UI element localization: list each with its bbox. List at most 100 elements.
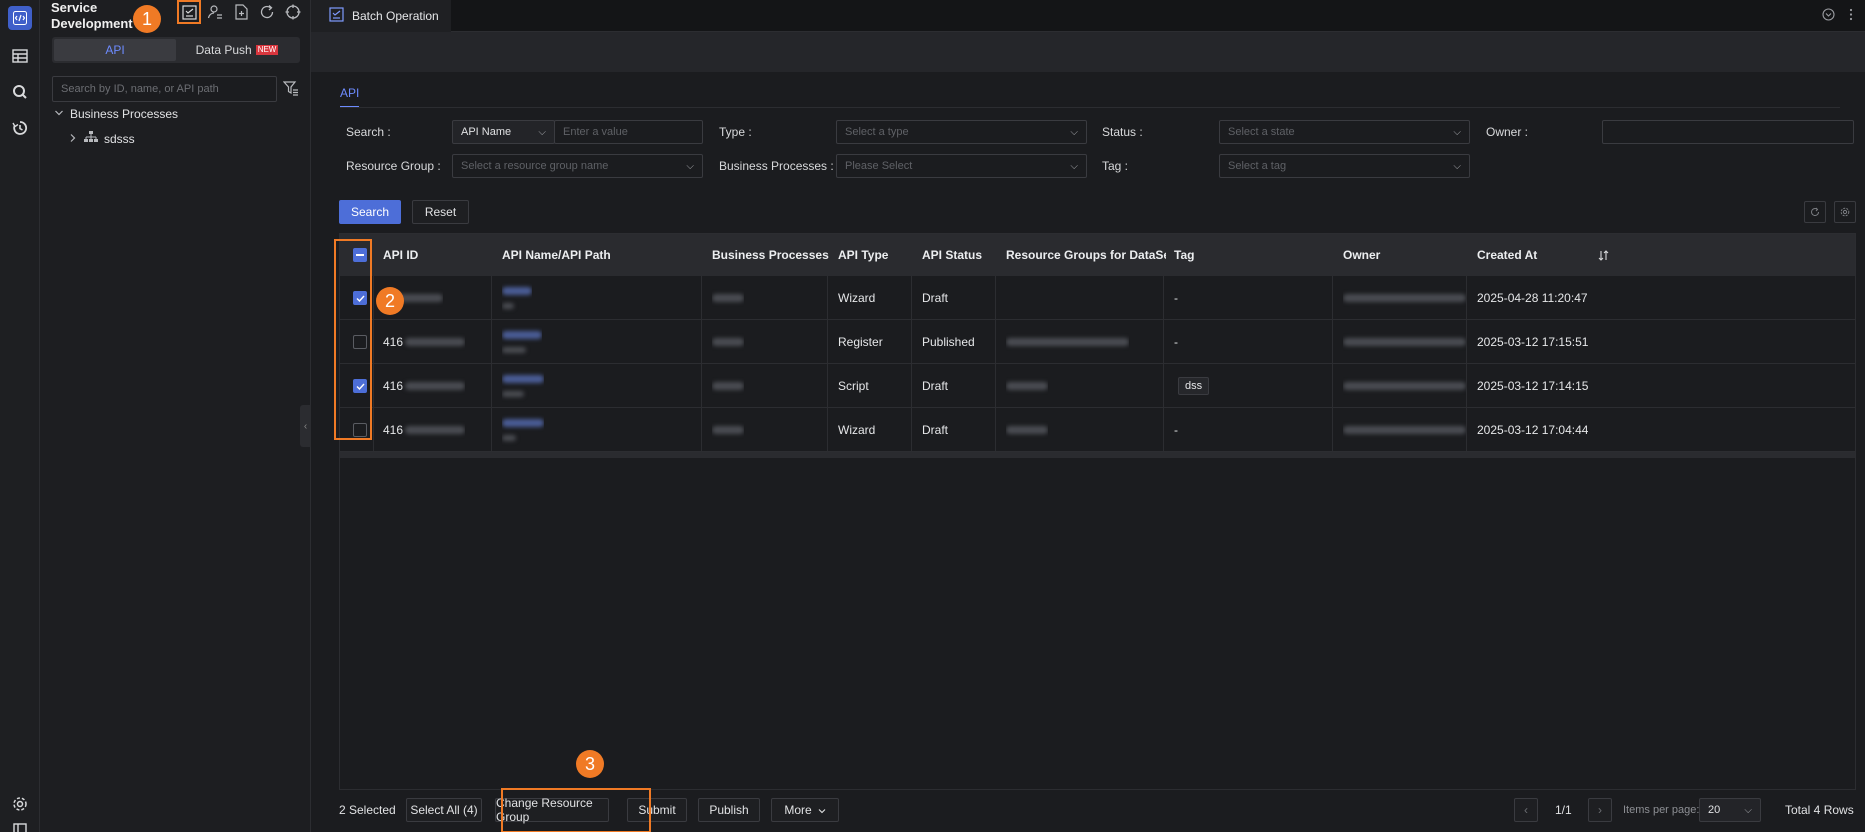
horizontal-scrollbar[interactable] [340,452,1855,458]
sort-icon[interactable] [1598,234,1614,276]
refresh-icon[interactable] [258,3,276,21]
redacted-text [1343,338,1466,346]
sidebar-search-placeholder: Search by ID, name, or API path [61,83,219,95]
items-per-page-value: 20 [1708,804,1721,816]
select-all-button[interactable]: Select All (4) [406,798,482,822]
page-indicator: 1/1 [1555,803,1572,817]
owner-cell [1343,276,1466,320]
api-status-cell: Draft [922,423,949,437]
tag-cell: - [1174,291,1178,305]
user-icon[interactable] [206,3,224,21]
table-row[interactable]: 416 Wizard Draft - 2025-03-12 17:04:44 [340,408,1855,452]
api-name-cell[interactable] [502,408,544,452]
redacted-text [405,426,466,434]
chevron-circle-icon[interactable] [1822,8,1835,24]
column-header-resource-groups[interactable]: Resource Groups for DataServi... [1006,234,1166,276]
column-header-api-type[interactable]: API Type [838,234,918,276]
status-placeholder: Select a state [1228,126,1295,138]
type-label: Type : [719,125,752,139]
settings-icon[interactable] [8,792,32,816]
redacted-text [1343,382,1466,390]
api-name-cell[interactable] [502,364,544,408]
prev-page-button[interactable]: ‹ [1514,798,1538,822]
chevron-down-icon: ⌵ [686,160,694,172]
column-header-api-id[interactable]: API ID [383,234,493,276]
sidebar-toolbar [177,0,302,24]
column-header-business-processes[interactable]: Business Processes [712,234,832,276]
refresh-icon[interactable] [1804,201,1826,223]
status-select[interactable]: Select a state ⌵ [1219,120,1470,144]
type-placeholder: Select a type [845,126,909,138]
business-process-cell [712,320,744,364]
owner-label: Owner : [1486,125,1529,139]
sidebar-search-input[interactable]: Search by ID, name, or API path [52,76,277,102]
api-type-cell: Wizard [838,291,876,305]
collapse-sidebar-handle[interactable]: ‹ [300,405,311,447]
more-button[interactable]: More [771,798,839,822]
tree-node-label: Business Processes [70,107,179,121]
reset-button[interactable]: Reset [412,200,469,224]
column-header-api-name[interactable]: API Name/API Path [502,234,702,276]
api-id: 416 [383,379,404,393]
search-field-select[interactable]: API Name ⌵ [452,120,555,144]
search-icon[interactable] [8,80,32,104]
redacted-link [502,375,544,383]
redacted-text [1343,426,1466,434]
more-vertical-icon[interactable] [1849,8,1853,24]
next-page-button[interactable]: › [1588,798,1612,822]
selected-count: 2 Selected [339,803,396,817]
tag-placeholder: Select a tag [1228,160,1287,172]
callout-3: 3 [576,750,604,778]
api-name-cell[interactable] [502,320,542,364]
segment-data-push[interactable]: Data Push NEW [176,39,298,61]
column-header-owner[interactable]: Owner [1343,234,1463,276]
activity-bar [0,0,40,832]
segment-api[interactable]: API [54,39,176,61]
tab-api[interactable]: API [340,86,360,108]
type-select[interactable]: Select a type ⌵ [836,120,1087,144]
redacted-text [1006,382,1048,390]
redacted-text [502,303,514,309]
publish-button[interactable]: Publish [698,798,760,822]
new-file-icon[interactable] [232,3,250,21]
items-per-page-select[interactable]: 20 ⌵ [1699,798,1761,822]
history-icon[interactable] [8,116,32,140]
tag-select[interactable]: Select a tag ⌵ [1219,154,1470,178]
tag-label: Tag : [1102,159,1129,173]
column-header-tag[interactable]: Tag [1174,234,1334,276]
api-status-cell: Draft [922,291,949,305]
tab-batch-operation[interactable]: Batch Operation [311,0,451,32]
sidebar-segment-control: API Data Push NEW [52,37,300,63]
resource-group-select[interactable]: Select a resource group name ⌵ [452,154,703,178]
table-row[interactable]: Wizard Draft - 2025-04-28 11:20:47 [340,276,1855,320]
api-name-cell[interactable] [502,276,532,320]
batch-operation-icon[interactable] [177,0,201,24]
chevron-down-icon: ⌵ [1070,126,1078,138]
resource-group-placeholder: Select a resource group name [461,160,609,172]
table-icon[interactable] [8,44,32,68]
redacted-text [1343,294,1466,302]
table-row[interactable]: 416 Script Draft dss 2025-03-12 17:14:15 [340,364,1855,408]
tree-node-sdsss[interactable]: sdsss [68,131,135,146]
locate-icon[interactable] [284,3,302,21]
settings-icon[interactable] [1834,201,1856,223]
tree-node-business-processes[interactable]: Business Processes [54,107,178,121]
code-icon[interactable] [8,6,32,30]
owner-input[interactable] [1602,120,1854,144]
table-row[interactable]: 416 Register Published - 2025-03-12 17:1… [340,320,1855,364]
panel-icon[interactable] [8,818,32,832]
tag-cell: - [1174,335,1178,349]
column-header-api-status[interactable]: API Status [922,234,1002,276]
api-id: 416 [383,423,404,437]
column-header-created-at[interactable]: Created At [1477,234,1587,276]
business-processes-select[interactable]: Please Select ⌵ [836,154,1087,178]
search-value-placeholder: Enter a value [563,126,628,138]
callout-2: 2 [376,287,404,315]
search-button[interactable]: Search [339,200,401,224]
api-status-cell: Draft [922,379,949,393]
filter-icon[interactable] [282,80,299,99]
owner-cell [1343,364,1466,408]
search-value-input[interactable]: Enter a value [554,120,703,144]
tag-cell: - [1174,423,1178,437]
sidebar: Service Development API Data Push NEW Se… [40,0,311,832]
